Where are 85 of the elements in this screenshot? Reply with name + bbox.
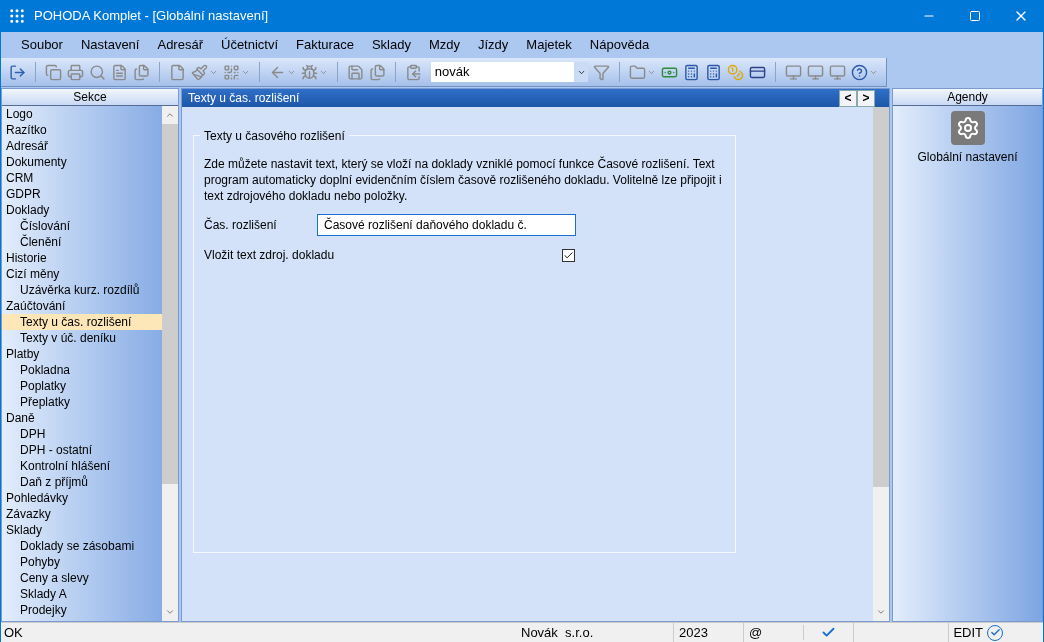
menu-item[interactable]: Účetnictví [221, 35, 279, 55]
section-item[interactable]: Historie [2, 250, 162, 266]
section-item[interactable]: Pohyby [2, 554, 162, 570]
panel-header: Sekce [2, 89, 178, 106]
copy-icon[interactable] [44, 63, 62, 81]
section-item[interactable]: Texty v úč. deníku [2, 330, 162, 346]
section-item[interactable]: Prodejky [2, 602, 162, 618]
section-item[interactable]: Logo [2, 106, 162, 122]
section-item[interactable]: Dokumenty [2, 154, 162, 170]
menu-item[interactable]: Nastavení [80, 35, 140, 55]
save-icon[interactable] [346, 63, 364, 81]
section-item[interactable]: Daň z příjmů [2, 474, 162, 490]
checkbox[interactable] [562, 248, 575, 262]
help-icon[interactable] [851, 63, 868, 81]
text-field[interactable]: Časové rozlišení daňového dokladu č. [317, 214, 576, 236]
search-icon[interactable] [88, 63, 106, 81]
section-item[interactable]: Razítko [2, 122, 162, 138]
section-item[interactable]: Kontrolní hlášení [2, 458, 162, 474]
section-item[interactable]: Daně [2, 410, 162, 426]
section-item[interactable]: Doklady [2, 202, 162, 218]
section-item[interactable]: Sklady [2, 522, 162, 538]
section-item[interactable]: Pohledávky [2, 490, 162, 506]
check-icon [821, 625, 836, 640]
page-icon[interactable] [168, 63, 186, 81]
menu-item[interactable]: Sklady [371, 35, 411, 55]
section-item[interactable]: Pokladna [2, 362, 162, 378]
section-item[interactable]: DPH - ostatní [2, 442, 162, 458]
settings-gear-icon[interactable] [950, 111, 985, 145]
menu-item[interactable]: Nápověda [589, 35, 650, 55]
field-label: Čas. rozlišení [204, 216, 278, 234]
calculator-icon[interactable] [705, 63, 723, 81]
status-message: OK [3, 623, 24, 642]
section-item[interactable]: Doklady se zásobami [2, 538, 162, 554]
section-item[interactable]: Členění [2, 234, 162, 250]
qr-code-icon[interactable] [222, 63, 240, 81]
section-item[interactable]: Sklady A [2, 586, 162, 602]
section-item[interactable]: Číslování [2, 218, 162, 234]
scroll-down-icon[interactable] [876, 607, 886, 617]
section-item[interactable]: Platby [2, 346, 162, 362]
section-item[interactable]: Texty u čas. rozlišení [2, 314, 162, 330]
section-item[interactable]: Zaúčtování [2, 298, 162, 314]
panel-header: Agendy [893, 89, 1042, 106]
brush-icon[interactable] [190, 63, 208, 81]
bug-icon[interactable] [300, 63, 318, 81]
section-item[interactable]: GDPR [2, 186, 162, 202]
section-item[interactable]: Poplatky [2, 378, 162, 394]
printer-icon[interactable] [66, 63, 84, 81]
scrollbar[interactable] [162, 106, 178, 621]
scroll-up-icon[interactable] [165, 110, 175, 120]
status-mode: EDIT [948, 622, 987, 642]
description-text: Zde můžete nastavit text, který se vloží na doklady vzniklé pomocí funkce Časové rozlišení. Text program automaticky doplní evidenčním číslem časově rozlišeného dokladu. Volitelně lze připojit i text zdrojového dokladu nebo položky. [204, 156, 723, 204]
section-item[interactable]: CRM [2, 170, 162, 186]
menu-item[interactable]: Majetek [526, 35, 572, 55]
status-company: Novák s.r.o. [521, 623, 595, 642]
nav-button[interactable]: > [857, 89, 875, 107]
filter-icon[interactable] [593, 63, 611, 81]
folder-icon[interactable] [629, 63, 647, 81]
menu-item[interactable]: Fakturace [296, 35, 354, 55]
document-icon[interactable] [110, 63, 128, 81]
window-title: POHODA Komplet - [Globální nastavení] [34, 7, 269, 26]
company-combo[interactable]: novák [430, 62, 589, 82]
section-item[interactable]: DPH [2, 426, 162, 442]
scrollbar[interactable] [873, 107, 889, 621]
agenda-label[interactable]: Globální nastavení [917, 148, 1018, 166]
section-item[interactable]: Uzávěrka kurz. rozdílů [2, 282, 162, 298]
menu-item[interactable]: Jízdy [478, 35, 509, 55]
screen-icon[interactable] [785, 63, 802, 81]
menu-item[interactable]: Mzdy [428, 35, 460, 55]
pages-icon[interactable] [368, 63, 386, 81]
checkbox-label: Vložit text zdroj. dokladu [204, 247, 336, 264]
scroll-down-icon[interactable] [165, 607, 175, 617]
nav-button[interactable]: < [839, 89, 857, 107]
content-title: Texty u čas. rozlišení [187, 90, 301, 107]
menu-item[interactable]: Adresář [157, 35, 203, 55]
section-item[interactable]: Ceny a slevy [2, 570, 162, 586]
clipboard-icon[interactable] [404, 63, 422, 81]
section-item[interactable]: Cizí měny [2, 266, 162, 282]
section-item[interactable]: Adresář [2, 138, 162, 154]
section-item[interactable]: Závazky [2, 506, 162, 522]
menu-item[interactable]: Soubor [21, 35, 63, 55]
section-item[interactable]: Přeplatky [2, 394, 162, 410]
files-icon[interactable] [132, 63, 150, 81]
status-year: 2023 [673, 622, 743, 642]
status-email: @ [743, 622, 803, 642]
maximize-icon[interactable] [969, 10, 981, 22]
